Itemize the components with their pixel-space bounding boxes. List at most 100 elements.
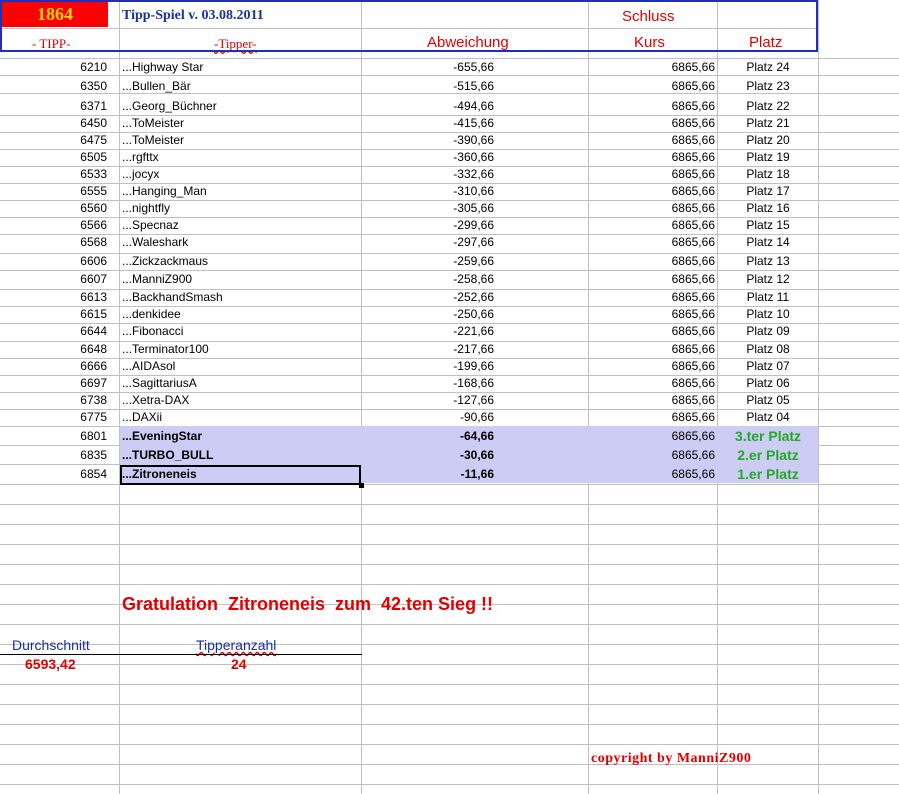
table-row[interactable]: 6801 ...EveningStar -64,66 6865,66 3.ter Pla… xyxy=(0,428,818,445)
tipper-name-cell[interactable]: ...Xetra-DAX xyxy=(122,392,358,409)
tipp-cell[interactable]: 6607 xyxy=(0,271,107,288)
tipper-name-cell[interactable]: ...jocyx xyxy=(122,166,358,183)
platz-cell[interactable]: Platz 13 xyxy=(720,253,816,270)
abweichung-cell[interactable]: -299,66 xyxy=(362,217,494,234)
tipp-cell[interactable]: 6854 xyxy=(0,466,107,483)
tipp-cell[interactable]: 6801 xyxy=(0,428,107,445)
tipp-cell[interactable]: 6533 xyxy=(0,166,107,183)
table-row[interactable]: 6350 ...Bullen_Bär -515,66 6865,66 Platz 23 xyxy=(0,78,818,95)
kurs-cell[interactable]: 6865,66 xyxy=(590,149,715,166)
abweichung-cell[interactable]: -30,66 xyxy=(362,447,494,464)
kurs-cell[interactable]: 6865,66 xyxy=(590,323,715,340)
kurs-cell[interactable]: 6865,66 xyxy=(590,375,715,392)
durchschnitt-value[interactable]: 6593,42 xyxy=(25,656,76,672)
kurs-cell[interactable]: 6865,66 xyxy=(590,115,715,132)
kurs-cell[interactable]: 6865,66 xyxy=(590,289,715,306)
table-row[interactable]: 6775 ...DAXii -90,66 6865,66 Platz 04 xyxy=(0,409,818,426)
table-row[interactable]: 6835 ...TURBO_BULL -30,66 6865,66 2.er Platz xyxy=(0,447,818,464)
tipper-name-cell[interactable]: ...Hanging_Man xyxy=(122,183,358,200)
table-row[interactable]: 6644 ...Fibonacci -221,66 6865,66 Platz 09 xyxy=(0,323,818,340)
platz-cell[interactable]: Platz 23 xyxy=(720,78,816,95)
tipp-cell[interactable]: 6450 xyxy=(0,115,107,132)
selected-cell[interactable] xyxy=(120,465,361,485)
table-row[interactable]: 6566 ...Specnaz -299,66 6865,66 Platz 15 xyxy=(0,217,818,234)
table-row[interactable]: 6666 ...AIDAsol -199,66 6865,66 Platz 07 xyxy=(0,358,818,375)
abweichung-cell[interactable]: -655,66 xyxy=(362,59,494,76)
platz-cell[interactable]: Platz 22 xyxy=(720,98,816,115)
tipp-cell[interactable]: 6555 xyxy=(0,183,107,200)
kurs-cell[interactable]: 6865,66 xyxy=(590,358,715,375)
platz-cell[interactable]: Platz 15 xyxy=(720,217,816,234)
platz-cell[interactable]: Platz 20 xyxy=(720,132,816,149)
tipp-cell[interactable]: 6210 xyxy=(0,59,107,76)
tipp-cell[interactable]: 6606 xyxy=(0,253,107,270)
abweichung-cell[interactable]: -259,66 xyxy=(362,253,494,270)
tipper-name-cell[interactable]: ...Terminator100 xyxy=(122,341,358,358)
tipp-cell[interactable]: 6697 xyxy=(0,375,107,392)
platz-cell[interactable]: Platz 14 xyxy=(720,234,816,251)
platz-cell[interactable]: Platz 19 xyxy=(720,149,816,166)
abweichung-cell[interactable]: -297,66 xyxy=(362,234,494,251)
tipp-cell[interactable]: 6566 xyxy=(0,217,107,234)
tipper-name-cell[interactable]: ...SagittariusA xyxy=(122,375,358,392)
tipper-name-cell[interactable]: ...denkidee xyxy=(122,306,358,323)
kurs-cell[interactable]: 6865,66 xyxy=(590,183,715,200)
kurs-cell[interactable]: 6865,66 xyxy=(590,217,715,234)
kurs-cell[interactable]: 6865,66 xyxy=(590,59,715,76)
platz-cell[interactable]: 3.ter Platz xyxy=(720,428,816,445)
table-row[interactable]: 6613 ...BackhandSmash -252,66 6865,66 Platz … xyxy=(0,289,818,306)
tipp-cell[interactable]: 6615 xyxy=(0,306,107,323)
abweichung-cell[interactable]: -332,66 xyxy=(362,166,494,183)
tipp-cell[interactable]: 6644 xyxy=(0,323,107,340)
tipper-name-cell[interactable]: ...ToMeister xyxy=(122,115,358,132)
platz-cell[interactable]: Platz 11 xyxy=(720,289,816,306)
tipper-name-cell[interactable]: ...nightfly xyxy=(122,200,358,217)
tipperanzahl-value[interactable]: 24 xyxy=(231,656,247,672)
table-row[interactable]: 6210 ...Highway Star -655,66 6865,66 Platz 2… xyxy=(0,59,818,76)
table-row[interactable]: 6607 ...ManniZ900 -258,66 6865,66 Platz 12 xyxy=(0,271,818,288)
table-row[interactable]: 6738 ...Xetra-DAX -127,66 6865,66 Platz 05 xyxy=(0,392,818,409)
tipper-name-cell[interactable]: ...Specnaz xyxy=(122,217,358,234)
tipp-cell[interactable]: 6738 xyxy=(0,392,107,409)
tipp-cell[interactable]: 6475 xyxy=(0,132,107,149)
abweichung-cell[interactable]: -217,66 xyxy=(362,341,494,358)
tipper-name-cell[interactable]: ...TURBO_BULL xyxy=(122,447,358,464)
abweichung-cell[interactable]: -305,66 xyxy=(362,200,494,217)
platz-cell[interactable]: Platz 18 xyxy=(720,166,816,183)
kurs-cell[interactable]: 6865,66 xyxy=(590,98,715,115)
table-row[interactable]: 6371 ...Georg_Büchner -494,66 6865,66 Platz … xyxy=(0,98,818,115)
kurs-cell[interactable]: 6865,66 xyxy=(590,428,715,445)
kurs-cell[interactable]: 6865,66 xyxy=(590,271,715,288)
table-row[interactable]: 6450 ...ToMeister -415,66 6865,66 Platz 21 xyxy=(0,115,818,132)
tipper-name-cell[interactable]: ...Bullen_Bär xyxy=(122,78,358,95)
abweichung-cell[interactable]: -415,66 xyxy=(362,115,494,132)
tipper-name-cell[interactable]: ...DAXii xyxy=(122,409,358,426)
tipper-name-cell[interactable]: ...Highway Star xyxy=(122,59,358,76)
tipper-name-cell[interactable]: ...AIDAsol xyxy=(122,358,358,375)
table-row[interactable]: 6560 ...nightfly -305,66 6865,66 Platz 16 xyxy=(0,200,818,217)
platz-cell[interactable]: Platz 04 xyxy=(720,409,816,426)
platz-cell[interactable]: Platz 09 xyxy=(720,323,816,340)
table-row[interactable]: 6533 ...jocyx -332,66 6865,66 Platz 18 xyxy=(0,166,818,183)
abweichung-cell[interactable]: -360,66 xyxy=(362,149,494,166)
table-row[interactable]: 6505 ...rgfttx -360,66 6865,66 Platz 19 xyxy=(0,149,818,166)
abweichung-cell[interactable]: -515,66 xyxy=(362,78,494,95)
platz-cell[interactable]: Platz 05 xyxy=(720,392,816,409)
platz-cell[interactable]: Platz 17 xyxy=(720,183,816,200)
table-row[interactable]: 6568 ...Waleshark -297,66 6865,66 Platz 14 xyxy=(0,234,818,251)
abweichung-cell[interactable]: -199,66 xyxy=(362,358,494,375)
kurs-cell[interactable]: 6865,66 xyxy=(590,166,715,183)
tipper-name-cell[interactable]: ...Zickzackmaus xyxy=(122,253,358,270)
tipp-cell[interactable]: 6350 xyxy=(0,78,107,95)
platz-cell[interactable]: Platz 08 xyxy=(720,341,816,358)
kurs-cell[interactable]: 6865,66 xyxy=(590,132,715,149)
tipp-cell[interactable]: 6371 xyxy=(0,98,107,115)
platz-cell[interactable]: 2.er Platz xyxy=(720,447,816,464)
copyright-text[interactable]: copyright by ManniZ900 xyxy=(591,751,751,767)
fill-handle[interactable] xyxy=(359,483,364,488)
kurs-cell[interactable]: 6865,66 xyxy=(590,253,715,270)
kurs-cell[interactable]: 6865,66 xyxy=(590,306,715,323)
tipp-cell[interactable]: 6613 xyxy=(0,289,107,306)
abweichung-cell[interactable]: -221,66 xyxy=(362,323,494,340)
tipper-name-cell[interactable]: ...rgfttx xyxy=(122,149,358,166)
